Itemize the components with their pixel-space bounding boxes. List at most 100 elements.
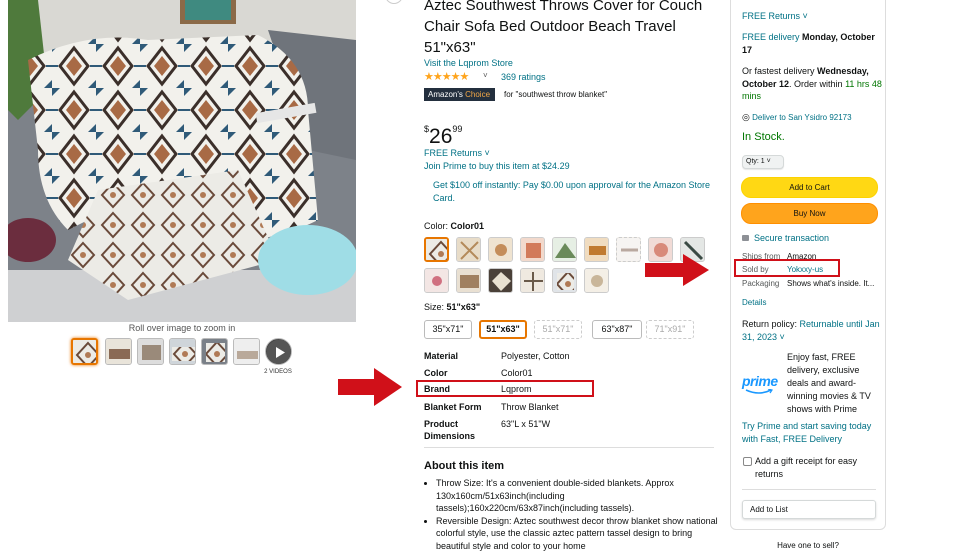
color-swatch-15[interactable] bbox=[584, 268, 609, 293]
fastest-delivery-info: Or fastest delivery Wednesday, October 1… bbox=[742, 65, 882, 103]
prime-price-link[interactable]: Join Prime to buy this item at $24.29 bbox=[424, 161, 570, 171]
color-label-key: Color: bbox=[424, 221, 448, 231]
deliver-to-link[interactable]: Deliver to San Ysidro 92173 bbox=[752, 113, 851, 122]
badge-text-b: Choice bbox=[465, 90, 490, 99]
about-item-2: Reversible Design: Aztec southwest decor… bbox=[436, 515, 720, 552]
red-arrow-brand-icon bbox=[336, 366, 406, 408]
about-list: Throw Size: It's a convenient double-sid… bbox=[424, 477, 720, 552]
size-option-2[interactable]: 51"x63" bbox=[479, 320, 527, 339]
size-option-3[interactable]: 51"x71" bbox=[534, 320, 582, 339]
price-whole: 26 bbox=[429, 125, 452, 148]
packaging-key: Packaging bbox=[742, 279, 779, 288]
size-option-4[interactable]: 63"x87" bbox=[592, 320, 642, 339]
try-prime-link[interactable]: Try Prime and start saving today with Fa… bbox=[742, 420, 882, 446]
thumbnail-4[interactable] bbox=[169, 338, 196, 365]
throw-blanket-photo bbox=[8, 0, 356, 322]
store-link[interactable]: Visit the Lqprom Store bbox=[424, 58, 513, 68]
details-link[interactable]: Details bbox=[742, 298, 766, 307]
divider bbox=[742, 489, 876, 490]
color-swatch-14[interactable] bbox=[552, 268, 577, 293]
spec-key-material: Material bbox=[424, 350, 458, 362]
ratings-link[interactable]: 369 ratings bbox=[501, 72, 546, 82]
choice-keyword: for "southwest throw blanket" bbox=[504, 90, 607, 99]
have-one-to-sell[interactable]: Have one to sell? bbox=[730, 541, 886, 550]
location-pin-icon: ◎ bbox=[742, 112, 750, 122]
sold-by-highlight-box bbox=[734, 259, 840, 277]
return-policy: Return policy: Returnable until Jan 31, … bbox=[742, 318, 882, 343]
size-label-value: 51"x63" bbox=[447, 302, 481, 312]
stock-status: In Stock. bbox=[742, 131, 785, 143]
size-label: Size: 51"x63" bbox=[424, 302, 480, 312]
prime-benefits: Enjoy fast, FREE delivery, exclusive dea… bbox=[787, 351, 883, 416]
color-swatch-5[interactable] bbox=[552, 237, 577, 262]
red-arrow-soldby-icon bbox=[643, 253, 713, 287]
star-rating-icon[interactable]: ★★★★★ bbox=[424, 70, 468, 83]
size-label-key: Size: bbox=[424, 302, 444, 312]
add-to-cart-button[interactable]: Add to Cart bbox=[741, 177, 878, 198]
size-option-5[interactable]: 71"x91" bbox=[646, 320, 694, 339]
quantity-select[interactable]: Qty: 1 ˅ bbox=[742, 155, 784, 169]
play-icon bbox=[266, 339, 292, 365]
buy-now-button[interactable]: Buy Now bbox=[741, 203, 878, 224]
color-label: Color: Color01 bbox=[424, 221, 484, 231]
store-card-offer[interactable]: Get $100 off instantly: Pay $0.00 upon a… bbox=[433, 179, 713, 205]
packaging-value[interactable]: Shows what's inside. It... bbox=[787, 279, 874, 288]
add-to-list-button[interactable]: Add to List bbox=[742, 500, 876, 519]
spec-value-dimensions: 63"L x 51"W bbox=[501, 418, 550, 430]
spec-value-material: Polyester, Cotton bbox=[501, 350, 570, 362]
spec-key-color: Color bbox=[424, 367, 448, 379]
free-delivery-link[interactable]: FREE delivery bbox=[742, 32, 800, 42]
free-returns-buybox[interactable]: FREE Returns ˅ bbox=[742, 10, 882, 23]
color-swatch-3[interactable] bbox=[488, 237, 513, 262]
secure-transaction-text: Secure transaction bbox=[754, 233, 829, 243]
spec-value-color: Color01 bbox=[501, 367, 533, 379]
brand-highlight-box bbox=[416, 380, 594, 397]
return-policy-key: Return policy: bbox=[742, 319, 797, 329]
thumbnail-6[interactable] bbox=[233, 338, 260, 365]
color-swatch-4[interactable] bbox=[520, 237, 545, 262]
free-returns-link[interactable]: FREE Returns ˅ bbox=[424, 148, 490, 158]
spec-key-dimensions: Product Dimensions bbox=[424, 418, 488, 442]
thumbnail-5[interactable] bbox=[201, 338, 228, 365]
thumbnail-2[interactable] bbox=[105, 338, 132, 365]
badge-text-a: Amazon's bbox=[428, 90, 463, 99]
color-swatch-2[interactable] bbox=[456, 237, 481, 262]
video-thumbnail[interactable] bbox=[265, 338, 292, 365]
thumbnail-1[interactable] bbox=[71, 338, 98, 365]
choice-keyword-text[interactable]: for "southwest throw blanket" bbox=[504, 90, 607, 99]
spec-value-blanket-form: Throw Blanket bbox=[501, 401, 559, 413]
zoom-hint: Roll over image to zoom in bbox=[8, 323, 356, 333]
amazons-choice-badge: Amazon's Choice bbox=[424, 88, 495, 101]
lock-icon bbox=[742, 235, 749, 241]
chevron-down-icon[interactable]: ˅ bbox=[483, 71, 488, 80]
color-swatch-13[interactable] bbox=[520, 268, 545, 293]
videos-count-label: 2 VIDEOS bbox=[262, 369, 294, 375]
gift-receipt-label: Add a gift receipt for easy returns bbox=[755, 455, 883, 481]
about-this-item-heading: About this item bbox=[424, 460, 504, 472]
main-product-image[interactable] bbox=[8, 0, 356, 322]
spec-key-blanket-form: Blanket Form bbox=[424, 401, 482, 413]
color-swatch-7[interactable] bbox=[616, 237, 641, 262]
share-icon[interactable] bbox=[385, 0, 403, 4]
order-within: . Order within bbox=[789, 79, 843, 89]
secure-transaction[interactable]: Secure transaction bbox=[742, 233, 829, 243]
color-swatch-10[interactable] bbox=[424, 268, 449, 293]
size-option-1[interactable]: 35"x71" bbox=[424, 320, 472, 339]
deliver-to[interactable]: ◎ Deliver to San Ysidro 92173 bbox=[742, 111, 882, 125]
price-fraction: 99 bbox=[452, 124, 462, 134]
prime-smile-icon bbox=[745, 389, 773, 395]
delivery-info: FREE delivery Monday, October 17 bbox=[742, 31, 882, 56]
fastest-prefix: Or fastest delivery bbox=[742, 66, 815, 76]
thumbnail-3[interactable] bbox=[137, 338, 164, 365]
prime-logo: prime bbox=[742, 373, 778, 389]
color-swatch-6[interactable] bbox=[584, 237, 609, 262]
gift-receipt-checkbox[interactable] bbox=[743, 457, 752, 466]
color-label-value: Color01 bbox=[451, 221, 485, 231]
divider bbox=[424, 447, 714, 448]
price: $2699 bbox=[424, 118, 462, 148]
about-item-1: Throw Size: It's a convenient double-sid… bbox=[436, 477, 720, 515]
color-swatch-12[interactable] bbox=[488, 268, 513, 293]
color-swatch-11[interactable] bbox=[456, 268, 481, 293]
product-title: Aztec Southwest Throws Cover for Couch C… bbox=[424, 0, 724, 58]
color-swatch-1[interactable] bbox=[424, 237, 449, 262]
